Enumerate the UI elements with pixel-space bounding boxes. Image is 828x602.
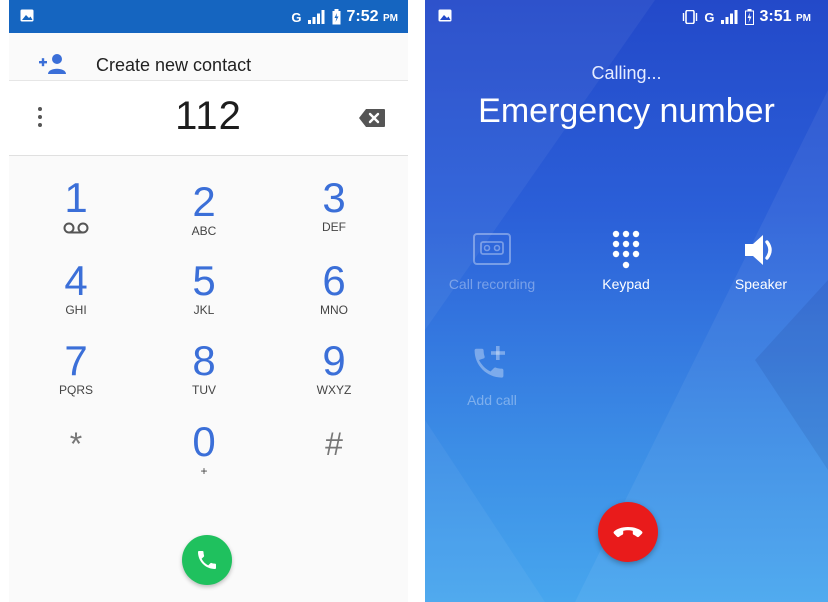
backspace-icon[interactable] [358,108,386,128]
key-8[interactable]: 8 TUV [149,339,259,409]
create-contact-label: Create new contact [96,55,252,75]
network-type: G [704,9,715,25]
image-icon [438,9,452,22]
number-display: 112 [9,80,408,156]
key-7[interactable]: 7 PQRS [21,339,131,409]
key-0[interactable]: 0 + [149,420,259,490]
key-star[interactable]: * [21,420,131,490]
key-6[interactable]: 6 MNO [279,259,389,329]
status-time: 7:52 PM [346,8,398,25]
image-icon [20,9,34,22]
voicemail-icon [63,222,89,234]
create-new-contact-row[interactable]: Create new contact [9,47,408,81]
key-4[interactable]: 4 GHI [21,259,131,329]
key-1[interactable]: 1 [21,176,131,246]
status-bar: G 3:51 PM [425,0,828,33]
call-status-label: Calling... [591,63,662,83]
vibrate-icon [683,10,698,24]
signal-icon [307,10,325,24]
phone-icon [198,551,216,569]
key-hash[interactable]: # [279,420,389,490]
signal-icon [720,10,738,24]
end-call-button[interactable] [598,502,658,562]
keypad-button[interactable]: Keypad [566,228,686,292]
network-type: G [291,9,302,25]
status-right: G 7:52 PM [291,8,398,26]
key-3[interactable]: 3 DEF [279,176,389,246]
status-bar: G 7:52 PM [9,0,408,33]
dialer-screen: G 7:52 PM Create new contact 112 1 2 ABC… [9,0,408,602]
key-9[interactable]: 9 WXYZ [279,339,389,409]
battery-icon [332,9,341,25]
end-call-icon [613,527,643,538]
speaker-icon [745,235,772,265]
battery-charging-icon [744,9,754,25]
dialpad-icon [612,230,640,269]
key-5[interactable]: 5 JKL [149,259,259,329]
status-right: G 3:51 PM [682,8,811,26]
call-button[interactable] [182,535,232,585]
key-2[interactable]: 2 ABC [149,180,259,250]
add-call-button[interactable]: Add call [432,342,552,408]
add-call-icon [474,346,505,378]
add-contact-icon [39,54,66,74]
caller-name: Emergency number [478,92,775,130]
status-time: 3:51 PM [759,8,811,25]
speaker-button[interactable]: Speaker [701,232,821,292]
in-call-screen: G 3:51 PM Calling... Emergency number Ca… [425,0,828,602]
cassette-icon [473,233,511,265]
dialed-number[interactable]: 112 [9,94,408,139]
call-recording-button[interactable]: Call recording [432,232,552,292]
